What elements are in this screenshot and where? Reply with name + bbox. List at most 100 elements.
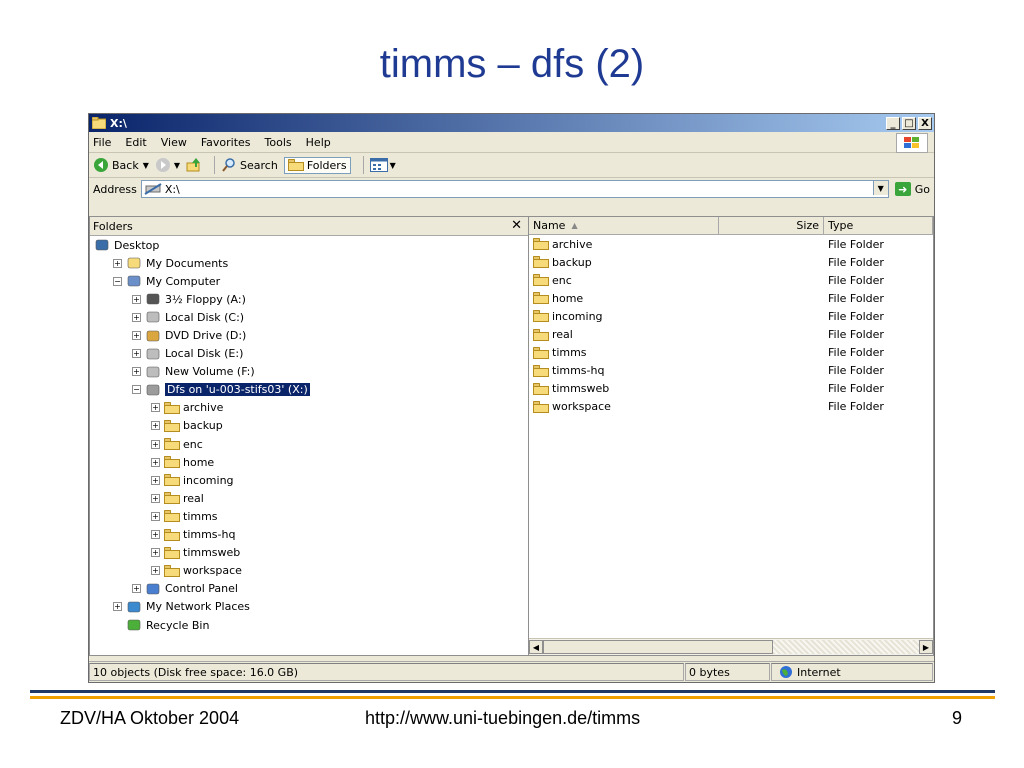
column-name-label: Name [533, 219, 566, 232]
file-name: home [552, 291, 584, 305]
tree-item[interactable]: + timms [90, 507, 528, 525]
tree-item[interactable]: + Control Panel [90, 580, 528, 598]
expand-icon[interactable]: + [132, 349, 141, 359]
expand-icon[interactable]: + [151, 548, 160, 558]
go-button[interactable]: ➜ Go [894, 182, 930, 196]
expand-icon[interactable]: + [151, 457, 160, 467]
tree-item[interactable]: + backup [90, 417, 528, 435]
expand-icon[interactable]: + [151, 566, 160, 576]
maximize-button[interactable]: □ [902, 116, 916, 130]
tree-item[interactable]: + timms-hq [90, 526, 528, 544]
tree-item[interactable]: + My Network Places [90, 598, 528, 616]
collapse-icon[interactable]: − [113, 276, 122, 286]
expand-icon[interactable]: + [132, 331, 141, 341]
tree-item[interactable]: + Local Disk (E:) [90, 345, 528, 363]
file-row[interactable]: timmsweb File Folder [529, 380, 933, 398]
close-button[interactable]: X [918, 116, 932, 130]
folder-tree: Desktop + My Documents − My Computer +3½ Flop… [90, 236, 528, 634]
tree-item[interactable]: + home [90, 453, 528, 471]
column-size[interactable]: Size [719, 217, 824, 234]
expand-icon[interactable]: + [151, 475, 160, 485]
column-type[interactable]: Type [824, 217, 933, 234]
tree-item[interactable]: + workspace [90, 562, 528, 580]
file-name-cell: real [529, 328, 719, 341]
address-dropdown-icon[interactable]: ▼ [872, 181, 888, 195]
file-row[interactable]: enc File Folder [529, 271, 933, 289]
minimize-button[interactable]: _ [886, 116, 900, 130]
folder-icon [533, 256, 549, 269]
tree-item[interactable]: +3½ Floppy (A:) [90, 290, 528, 308]
file-row[interactable]: timms File Folder [529, 344, 933, 362]
file-row[interactable]: backup File Folder [529, 253, 933, 271]
expand-icon[interactable]: + [132, 367, 141, 377]
scroll-right-icon[interactable]: ▶ [919, 640, 933, 654]
file-row[interactable]: archive File Folder [529, 235, 933, 253]
horizontal-scrollbar[interactable]: ◀ ▶ [529, 638, 933, 655]
window-title: X:\ [110, 116, 127, 130]
file-name: workspace [552, 400, 611, 414]
address-input[interactable]: X:\ ▼ [140, 180, 889, 198]
tree-item[interactable]: + enc [90, 435, 528, 453]
tree-item[interactable]: + archive [90, 399, 528, 417]
expand-icon[interactable]: + [113, 602, 122, 612]
menu-help[interactable]: Help [306, 136, 331, 149]
menu-tools[interactable]: Tools [265, 136, 292, 149]
file-row[interactable]: real File Folder [529, 325, 933, 343]
tree-item[interactable]: Recycle Bin [90, 616, 528, 634]
expand-icon[interactable]: + [151, 439, 160, 449]
close-folders-pane-icon[interactable]: ✕ [511, 218, 522, 233]
status-bar: 10 objects (Disk free space: 16.0 GB) 0 … [89, 661, 934, 682]
expand-icon[interactable]: + [113, 258, 122, 268]
tree-item-label: Dfs on 'u-003-stifs03' (X:) [164, 382, 311, 398]
file-row[interactable]: workspace File Folder [529, 398, 933, 416]
expand-icon[interactable]: + [151, 403, 160, 413]
column-name[interactable]: Name ▲ [529, 217, 719, 234]
up-folder-icon [186, 158, 201, 172]
expand-icon[interactable]: + [151, 511, 160, 521]
forward-button[interactable]: ▼ [155, 157, 180, 173]
file-row[interactable]: timms-hq File Folder [529, 362, 933, 380]
menu-favorites[interactable]: Favorites [201, 136, 251, 149]
expand-icon[interactable]: + [151, 530, 160, 540]
tree-item[interactable]: + Local Disk (C:) [90, 308, 528, 326]
expand-icon[interactable]: + [132, 312, 141, 322]
scroll-left-icon[interactable]: ◀ [529, 640, 543, 654]
expand-icon[interactable]: + [132, 294, 141, 304]
hard-disk-icon [145, 310, 161, 324]
folder-icon [533, 382, 549, 395]
menu-view[interactable]: View [161, 136, 187, 149]
up-button[interactable] [186, 157, 202, 173]
tree-item[interactable]: + My Documents [90, 254, 528, 272]
file-name: backup [552, 255, 592, 269]
file-type: File Folder [828, 364, 884, 378]
title-bar[interactable]: X:\ _ □ X [89, 114, 934, 132]
expand-icon[interactable]: + [151, 493, 160, 503]
tree-item[interactable]: + New Volume (F:) [90, 363, 528, 381]
menu-edit[interactable]: Edit [125, 136, 146, 149]
collapse-icon[interactable]: − [132, 385, 141, 395]
search-button[interactable]: Search [221, 157, 278, 173]
tree-item[interactable]: + real [90, 489, 528, 507]
file-row[interactable]: home File Folder [529, 289, 933, 307]
expand-icon[interactable]: + [151, 421, 160, 431]
scroll-track[interactable] [773, 640, 919, 654]
views-button[interactable]: ▼ [369, 158, 396, 172]
folder-icon [533, 400, 549, 413]
tree-item[interactable]: Desktop [90, 236, 528, 254]
tree-item[interactable]: + DVD Drive (D:) [90, 326, 528, 344]
tree-item[interactable]: − Dfs on 'u-003-stifs03' (X:) [90, 381, 528, 399]
network-places-icon [126, 600, 142, 614]
tree-item[interactable]: − My Computer [90, 272, 528, 290]
expand-icon[interactable]: + [132, 584, 141, 594]
folders-button[interactable]: Folders [283, 156, 351, 174]
back-dropdown-icon[interactable]: ▼ [143, 161, 149, 170]
tree-item[interactable]: + incoming [90, 471, 528, 489]
file-row[interactable]: incoming File Folder [529, 307, 933, 325]
file-name: archive [552, 237, 593, 251]
back-button[interactable]: Back ▼ [93, 157, 149, 173]
scroll-thumb[interactable] [543, 640, 773, 654]
forward-dropdown-icon[interactable]: ▼ [174, 161, 180, 170]
tree-item[interactable]: + timmsweb [90, 544, 528, 562]
status-size: 0 bytes [685, 663, 770, 681]
menu-file[interactable]: File [93, 136, 111, 149]
